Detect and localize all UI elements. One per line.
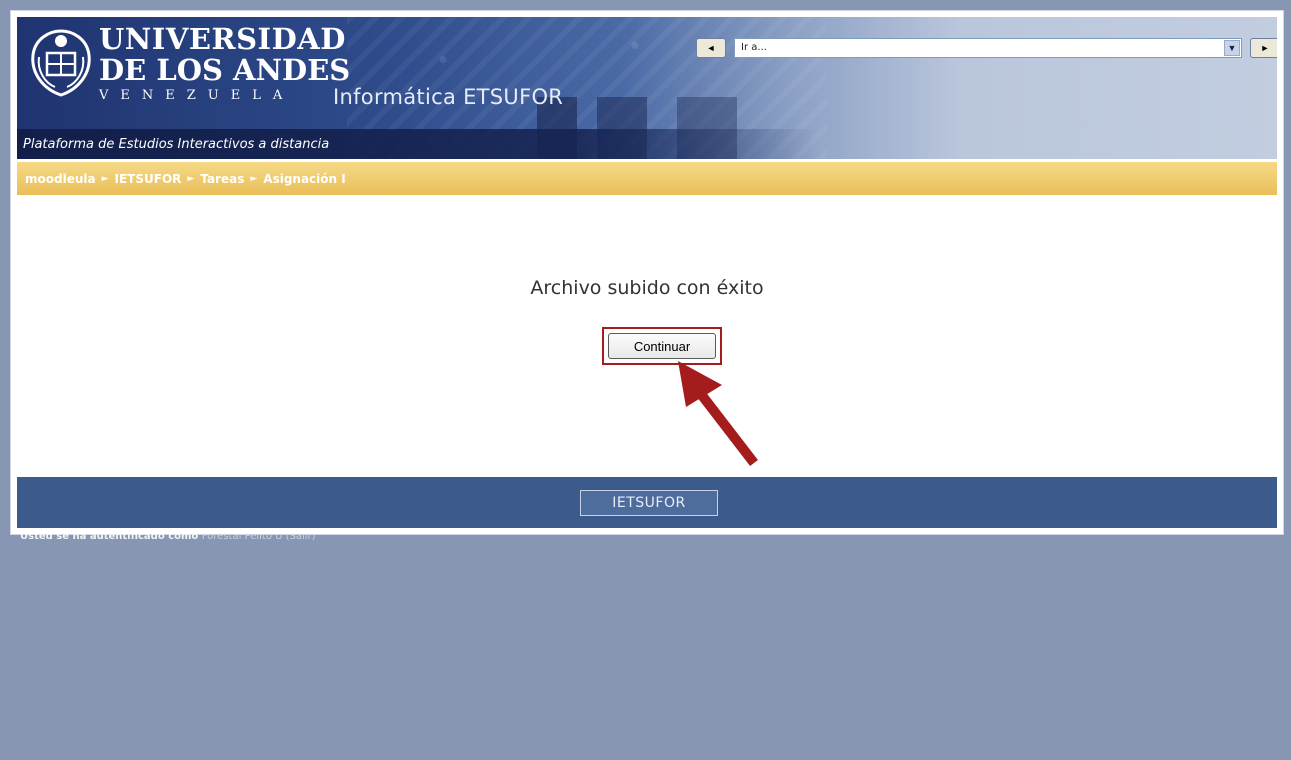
breadcrumb-separator-icon: ► [101, 173, 109, 184]
jump-next-button[interactable]: ► [1250, 38, 1277, 58]
university-name-line3: VENEZUELA [99, 88, 295, 103]
page-container: UNIVERSIDAD DE LOS ANDES VENEZUELA Infor… [10, 10, 1284, 535]
breadcrumb-separator-icon: ► [250, 173, 258, 184]
login-info: Usted se ha autentificado como Forestal … [20, 534, 316, 544]
site-tagline: Plataforma de Estudios Interactivos a di… [23, 137, 330, 152]
breadcrumb-current: Asignación I [263, 171, 346, 186]
breadcrumb-separator-icon: ► [187, 173, 195, 184]
breadcrumb-link-course[interactable]: IETSUFOR [115, 172, 182, 186]
jump-to-select[interactable]: Ir a... ▼ [734, 38, 1242, 58]
university-name-line1: UNIVERSIDAD [99, 22, 346, 56]
footer-course-link[interactable]: IETSUFOR [580, 490, 718, 516]
site-footer: IETSUFOR [17, 477, 1277, 528]
login-user-link[interactable]: Forestal Pelito U (Salir) [202, 534, 316, 542]
university-name: UNIVERSIDAD DE LOS ANDES VENEZUELA [99, 22, 351, 103]
site-header: UNIVERSIDAD DE LOS ANDES VENEZUELA Infor… [17, 17, 1277, 159]
site-name: Informática ETSUFOR [333, 85, 564, 109]
upload-success-message: Archivo subido con éxito [530, 277, 764, 299]
breadcrumb-link-tareas[interactable]: Tareas [200, 172, 244, 186]
login-info-prefix: Usted se ha autentificado como [20, 534, 199, 542]
university-name-line2: DE LOS ANDES [99, 53, 351, 87]
chevron-down-icon[interactable]: ▼ [1224, 40, 1240, 56]
breadcrumb: moodleula ► IETSUFOR ► Tareas ► Asignaci… [17, 162, 1277, 195]
breadcrumb-link-moodleula[interactable]: moodleula [25, 172, 96, 186]
red-arrow-pointer-icon [678, 361, 758, 467]
jump-prev-button[interactable]: ◄ [696, 38, 726, 58]
university-seal-icon [31, 29, 91, 97]
jump-to-selected-value: Ir a... [741, 42, 767, 53]
